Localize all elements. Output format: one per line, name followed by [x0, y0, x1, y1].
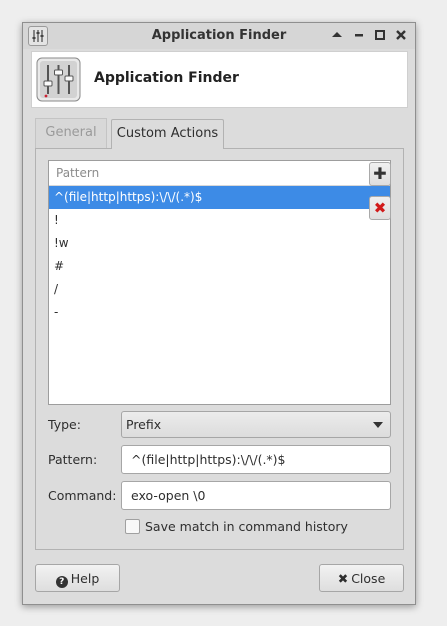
add-icon: ✚	[373, 164, 387, 183]
command-label: Command:	[48, 488, 117, 503]
dialog-header: Application Finder	[31, 51, 408, 108]
close-button[interactable]: ✖ Close	[319, 564, 404, 592]
minimize-icon	[355, 34, 363, 37]
save-history-checkbox[interactable]	[125, 519, 140, 534]
shade-up-icon	[332, 32, 342, 37]
pattern-field[interactable]	[121, 445, 391, 474]
help-icon: ?	[55, 576, 68, 588]
type-combobox[interactable]: Prefix	[121, 411, 391, 438]
minimize-button[interactable]	[350, 26, 368, 44]
settings-sliders-icon	[36, 57, 81, 102]
chevron-down-icon	[373, 422, 383, 428]
pattern-label: Pattern:	[48, 452, 98, 467]
application-finder-window: Application Finder Application Finder Ge…	[22, 22, 416, 605]
remove-action-button[interactable]: ✖	[369, 196, 391, 220]
list-item[interactable]: ^(file|http|https):\/\/(.*)$	[49, 186, 390, 209]
close-window-button[interactable]	[392, 26, 410, 44]
list-item[interactable]: !w	[49, 232, 390, 255]
maximize-icon	[375, 30, 385, 40]
title-bar[interactable]: Application Finder	[23, 23, 415, 49]
close-icon: ✖	[337, 571, 349, 586]
help-button-label: Help	[70, 571, 100, 586]
pattern-input[interactable]	[122, 446, 390, 473]
type-label: Type:	[48, 417, 81, 432]
add-action-button[interactable]: ✚	[369, 162, 391, 186]
tab-general[interactable]: General	[35, 118, 107, 148]
tab-custom-actions[interactable]: Custom Actions	[111, 119, 224, 149]
remove-icon: ✖	[373, 199, 387, 217]
header-title: Application Finder	[94, 70, 239, 86]
help-button[interactable]: ? Help	[35, 564, 120, 592]
list-item[interactable]: /	[49, 278, 390, 301]
close-icon	[396, 30, 406, 40]
list-item[interactable]: !	[49, 209, 390, 232]
list-item[interactable]: #	[49, 255, 390, 278]
pattern-column-header[interactable]: Pattern	[49, 161, 390, 186]
list-item[interactable]: -	[49, 301, 390, 324]
type-combobox-value: Prefix	[126, 417, 162, 432]
save-history-label[interactable]: Save match in command history	[145, 519, 348, 534]
close-button-label: Close	[351, 571, 386, 586]
command-input[interactable]	[122, 482, 390, 509]
shade-button[interactable]	[328, 26, 346, 44]
maximize-button[interactable]	[371, 26, 389, 44]
custom-actions-list[interactable]: Pattern ^(file|http|https):\/\/(.*)$ ! !…	[48, 160, 391, 405]
command-field[interactable]	[121, 481, 391, 510]
